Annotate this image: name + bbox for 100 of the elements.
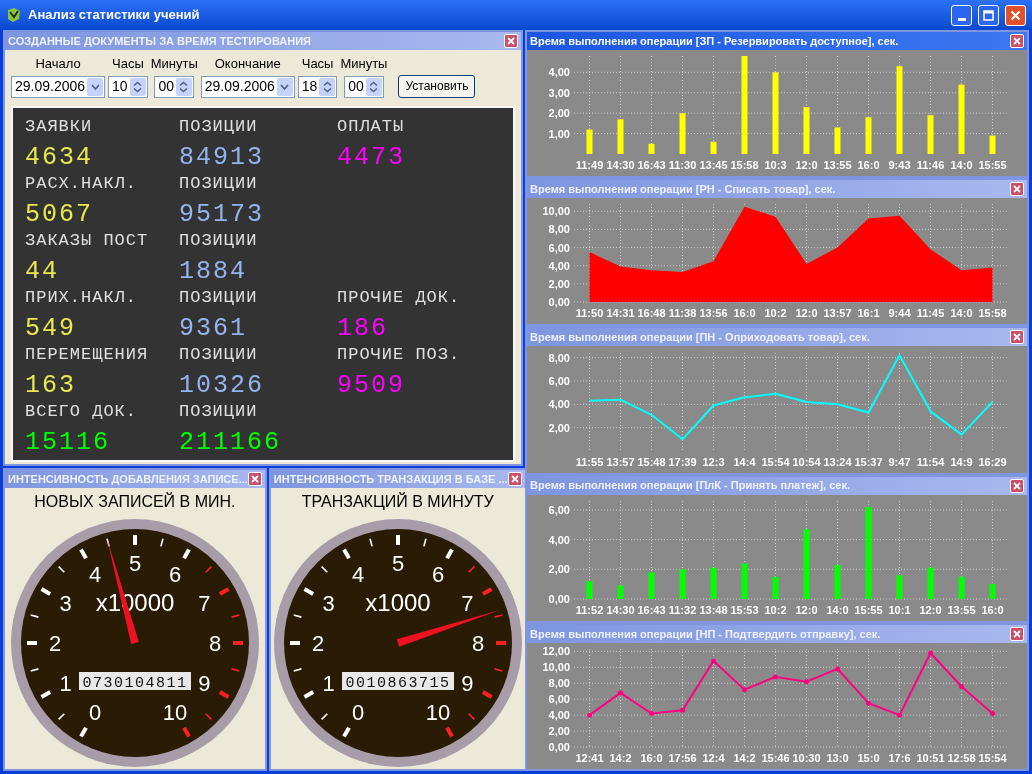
x-tick-label: 15:58 [978, 307, 1007, 320]
close-button[interactable] [504, 34, 518, 48]
led-label: ПОЗИЦИИ [179, 343, 259, 366]
x-tick-label: 14:9 [950, 455, 973, 468]
spin-field[interactable]: 00 [154, 75, 194, 98]
y-tick-label: 0,00 [548, 592, 570, 605]
close-icon [1013, 185, 1021, 194]
set-button[interactable]: Установить [398, 74, 476, 98]
dropdown-button[interactable] [87, 77, 104, 96]
close-icon [250, 475, 259, 483]
x-tick-label: 15:46 [761, 751, 790, 764]
y-tick-label: 0,00 [548, 296, 570, 309]
led-value: 5067 [25, 202, 94, 228]
minimize-button[interactable] [951, 4, 972, 26]
chart-bar [679, 569, 686, 599]
chart-bar [989, 135, 996, 155]
led-label: ПЕРЕМЕЩЕНИЯ [25, 343, 150, 366]
panel-title: Время выполнения операции [ПН - Оприходовать товар], сек. [530, 330, 870, 346]
panel-title: Время выполнения операции [ПлК - Принять платеж], сек. [530, 478, 850, 494]
scale-number: 6 [168, 561, 182, 587]
close-button[interactable] [1010, 330, 1024, 345]
led-value: 9361 [179, 316, 248, 342]
scale-number: 0 [88, 700, 102, 726]
close-icon [507, 37, 515, 45]
data-point [649, 710, 654, 716]
x-tick-label: 15:53 [730, 603, 759, 616]
x-tick-label: 12:4 [702, 751, 725, 764]
close-button[interactable] [247, 472, 262, 486]
spin-field[interactable]: 10 [108, 75, 148, 98]
chart-bar [648, 143, 655, 155]
y-tick-label: 3,00 [548, 86, 570, 99]
panel-title: Время выполнения операции [ЗП - Резервировать доступное], сек. [530, 33, 899, 49]
x-tick-label: 12:41 [575, 751, 604, 764]
close-button[interactable] [1010, 34, 1024, 48]
x-tick-label: 10:51 [916, 751, 945, 764]
x-tick-label: 13:45 [699, 159, 728, 172]
x-tick-label: 12:0 [795, 159, 818, 172]
close-button[interactable] [1010, 478, 1024, 493]
y-tick-label: 2,00 [548, 278, 570, 291]
chart-bar [710, 141, 717, 155]
spin-field[interactable]: 18 [297, 75, 338, 98]
spin-button[interactable] [129, 77, 146, 96]
close-window-button[interactable] [1005, 4, 1026, 26]
close-button[interactable] [1010, 182, 1024, 197]
panel-title: Время выполнения операции [РН - Списать товар], сек. [530, 181, 836, 197]
spin-field[interactable]: 00 [344, 75, 384, 98]
y-tick-label: 4,00 [548, 397, 570, 410]
x-tick-label: 13:24 [823, 455, 852, 468]
scale-number: 0 [351, 700, 364, 726]
chart-bar [586, 580, 593, 599]
close-icon [510, 475, 519, 483]
close-button[interactable] [507, 472, 522, 486]
x-tick-label: 11:46 [916, 159, 945, 172]
x-tick-label: 10:2 [764, 603, 787, 616]
close-button[interactable] [1010, 626, 1024, 641]
chart-bar [834, 127, 841, 155]
spin-button[interactable] [176, 77, 192, 96]
data-point [773, 674, 778, 680]
scale-number: 4 [351, 561, 364, 587]
chart-bar [958, 84, 965, 155]
x-tick-label: 11:52 [575, 603, 604, 616]
scale-number: 4 [88, 561, 102, 587]
x-tick-label: 12:58 [947, 751, 976, 764]
minimize-icon [957, 17, 966, 21]
maximize-button[interactable] [978, 4, 999, 26]
date-field[interactable]: 29.09.2006 [200, 75, 295, 98]
chart-bar [896, 574, 903, 599]
y-tick-label: 12,00 [542, 645, 570, 658]
spin-arrows-icon [179, 80, 189, 93]
x-tick-label: 16:1 [857, 307, 880, 320]
chart-bar [958, 576, 965, 599]
x-tick-label: 14:0 [826, 603, 849, 616]
x-tick-label: 15:54 [978, 751, 1007, 764]
panel-title: ИНТЕНСИВНОСТЬ ДОБАВЛЕНИЯ ЗАПИСЕ... [8, 471, 248, 487]
data-point [618, 690, 623, 696]
field-label: Часы [301, 55, 334, 73]
scale-number: 2 [311, 631, 324, 656]
data-point [928, 650, 933, 656]
dropdown-button[interactable] [276, 77, 293, 96]
x-tick-label: 13:55 [823, 159, 852, 172]
y-tick-label: 4,00 [548, 709, 570, 722]
scale-number: 1 [322, 671, 335, 696]
close-icon [1013, 481, 1021, 490]
spin-button[interactable] [365, 77, 382, 96]
y-tick-label: 2,00 [548, 563, 570, 575]
scale-number: 9 [460, 671, 474, 696]
spin-button[interactable] [319, 77, 336, 96]
led-value: 4473 [337, 145, 406, 171]
date-field[interactable]: 29.09.2006 [11, 75, 106, 98]
x-tick-label: 16:43 [637, 159, 666, 172]
scale-number: 10 [162, 700, 188, 726]
chart-bar [710, 567, 717, 599]
led-label: ОПЛАТЫ [337, 115, 406, 138]
y-tick-label: 2,00 [548, 107, 570, 120]
x-tick-label: 13:48 [699, 603, 728, 616]
gauge-caption: НОВЫХ ЗАПИСЕЙ В МИН. [34, 491, 236, 512]
x-tick-label: 10:54 [792, 455, 821, 468]
data-point [680, 707, 685, 713]
x-tick-label: 12:0 [795, 603, 818, 616]
x-tick-label: 15:48 [637, 455, 666, 468]
